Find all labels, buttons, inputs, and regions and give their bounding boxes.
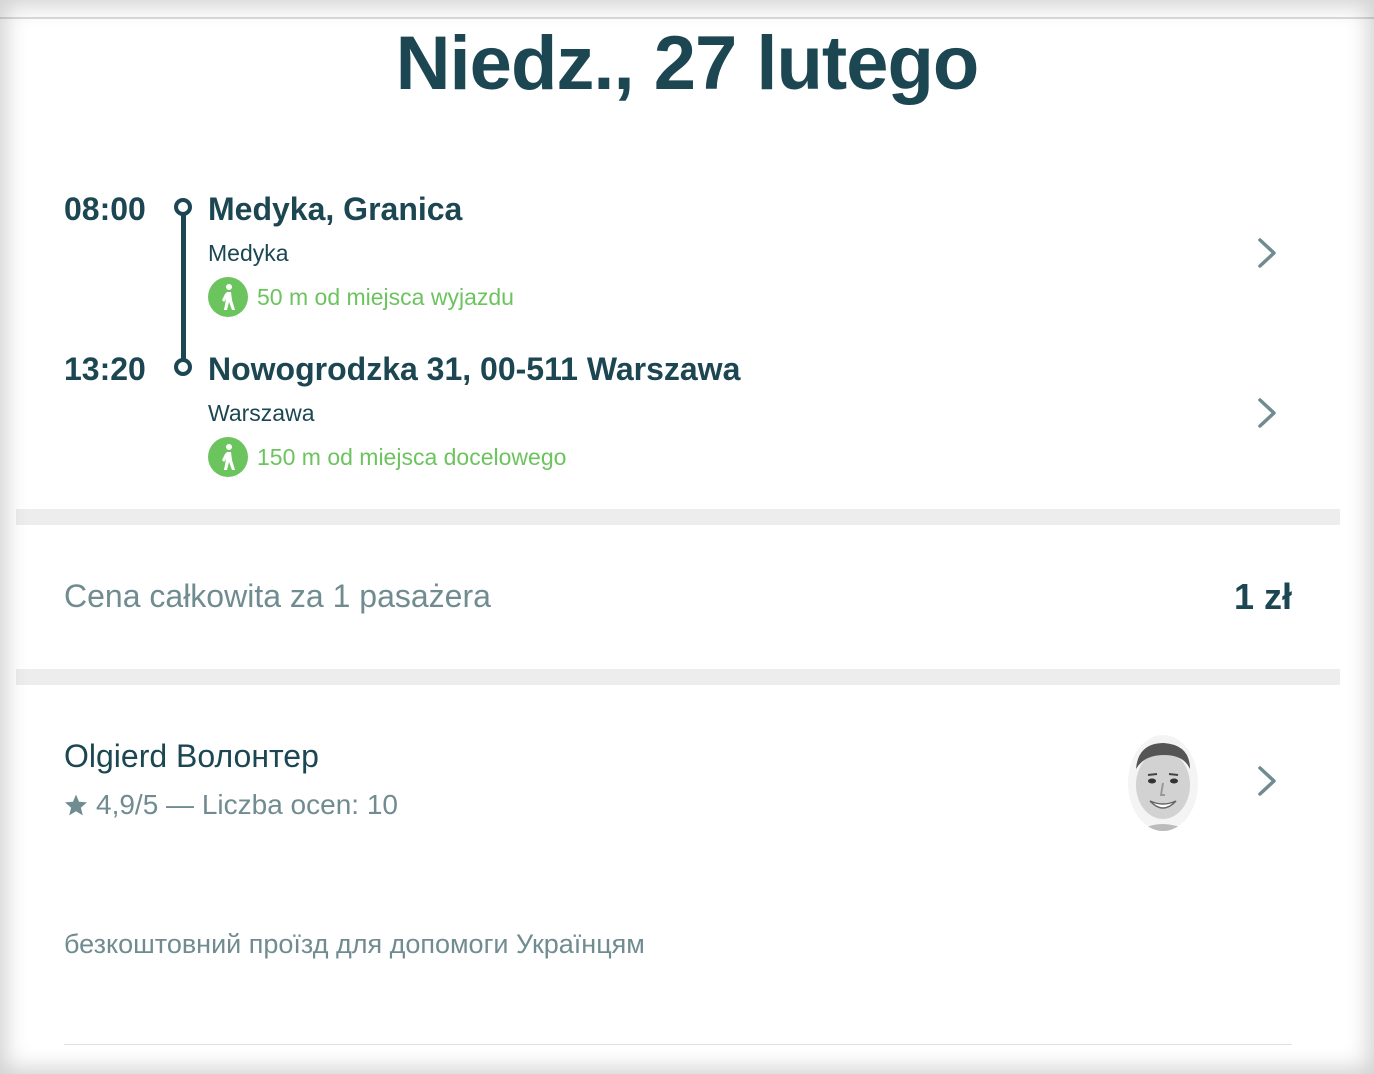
driver-avatar[interactable] <box>1128 735 1198 831</box>
arrival-time: 13:20 <box>64 351 146 387</box>
departure-dot <box>174 198 192 216</box>
arrival-walk-distance: 150 m od miejsca docelowego <box>257 444 567 470</box>
departure-walk-distance: 50 m od miejsca wyjazdu <box>257 284 514 310</box>
arrival-walk-info: 150 m od miejsca docelowego <box>208 437 566 477</box>
rating-text: 4,9/5 — Liczba ocen: 10 <box>96 789 398 820</box>
pedestrian-icon <box>208 277 248 317</box>
ride-description: безкоштовний проїзд для допомоги Українц… <box>64 929 645 959</box>
section-separator <box>16 509 1340 525</box>
arrival-city: Warszawa <box>208 400 315 426</box>
section-separator <box>16 669 1340 685</box>
price-label: Cena całkowita za 1 pasażera <box>64 578 491 614</box>
page-title: Niedz., 27 lutego <box>395 21 980 106</box>
chevron-right-icon[interactable] <box>1254 235 1282 271</box>
star-icon <box>65 794 87 816</box>
bottom-divider <box>64 1044 1292 1045</box>
window-frame <box>0 0 1374 1074</box>
top-divider <box>0 17 1374 19</box>
departure-walk-info: 50 m od miejsca wyjazdu <box>208 277 514 317</box>
price-value: 1 zł <box>1233 576 1292 617</box>
arrival-dot <box>174 358 192 376</box>
departure-city: Medyka <box>208 240 289 266</box>
departure-time: 08:00 <box>64 191 146 227</box>
arrival-place: Nowogrodzka 31, 00-511 Warszawa <box>208 351 741 387</box>
driver-rating: 4,9/5 — Liczba ocen: 10 <box>64 786 398 824</box>
chevron-right-icon[interactable] <box>1254 763 1282 799</box>
driver-name: Olgierd Волонтер <box>64 738 319 774</box>
departure-place: Medyka, Granica <box>208 191 463 227</box>
pedestrian-icon <box>208 437 248 477</box>
timeline-line <box>181 212 186 364</box>
chevron-right-icon[interactable] <box>1254 395 1282 431</box>
